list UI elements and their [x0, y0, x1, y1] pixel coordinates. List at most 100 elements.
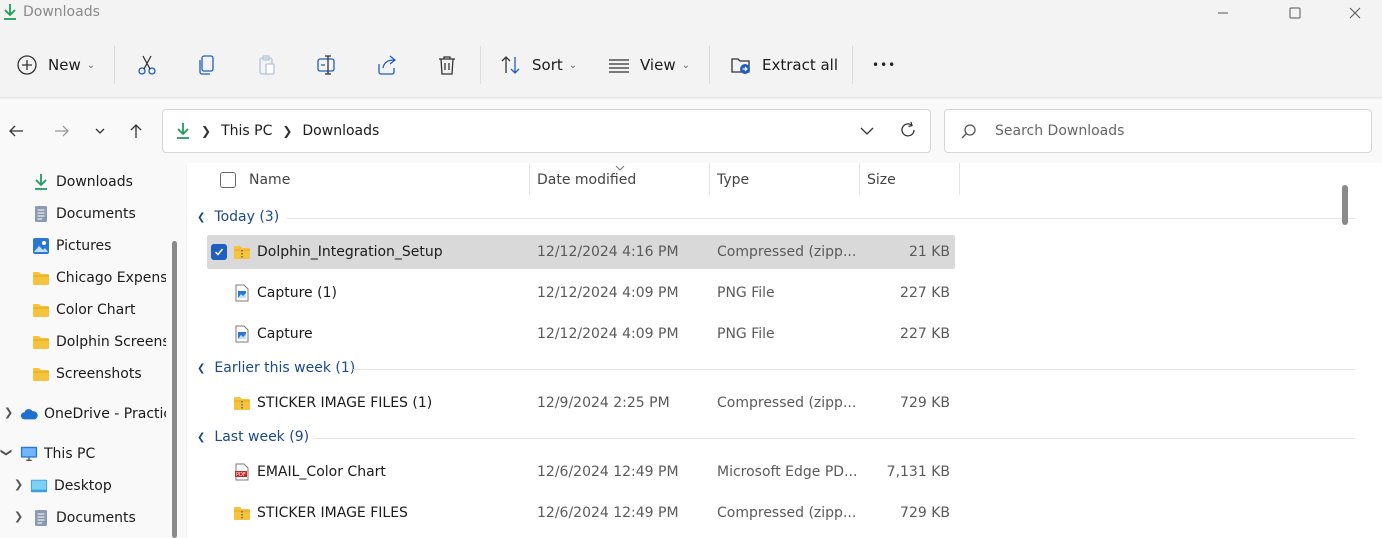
sidebar-item-documents-pc[interactable]: Documents	[32, 504, 136, 532]
zip-folder-icon	[234, 246, 250, 259]
back-button[interactable]	[4, 119, 28, 143]
more-icon: •••	[872, 58, 897, 72]
view-button[interactable]: View ⌄	[608, 45, 690, 85]
folder-icon	[33, 368, 49, 381]
file-name: Dolphin_Integration_Setup	[257, 244, 443, 260]
share-button[interactable]	[376, 45, 398, 85]
chevron-down-icon: ❮	[197, 431, 206, 443]
chevron-down-icon: ❮	[197, 362, 206, 374]
chevron-right-icon[interactable]: ❯	[14, 510, 23, 523]
chevron-down-icon: ⌄	[568, 59, 578, 71]
chevron-right-icon: ❯	[201, 124, 212, 138]
sidebar-item-label: Documents	[56, 206, 136, 222]
group-header-earlier-this-week[interactable]: ❮ Earlier this week (1)	[197, 357, 355, 379]
file-size: 21 KB	[908, 244, 950, 260]
file-row[interactable]: Dolphin_Integration_Setup 12/12/2024 4:1…	[207, 235, 955, 269]
file-row[interactable]: Capture (1) 12/12/2024 4:09 PM PNG File …	[207, 276, 955, 310]
file-row[interactable]: STICKER IMAGE FILES (1) 12/9/2024 2:25 P…	[207, 386, 955, 420]
image-file-icon	[235, 325, 249, 343]
arrow-up-icon	[130, 124, 142, 138]
group-header-last-week[interactable]: ❮ Last week (9)	[197, 426, 309, 448]
file-row[interactable]: STICKER IMAGE FILES 12/6/2024 12:49 PM C…	[207, 496, 955, 530]
divider	[480, 46, 481, 84]
sidebar-item-this-pc[interactable]: This PC	[20, 440, 95, 468]
new-button[interactable]: New ⌄	[16, 45, 95, 85]
sidebar-scrollbar[interactable]	[172, 241, 177, 538]
forward-button[interactable]	[50, 119, 74, 143]
select-all-checkbox[interactable]	[220, 172, 236, 188]
column-header-date-modified[interactable]: Date modified	[537, 163, 636, 202]
arrow-left-icon	[9, 125, 23, 137]
column-header-name[interactable]: Name	[249, 163, 290, 202]
sidebar-item-downloads[interactable]: Downloads	[32, 168, 166, 196]
sort-label: Sort	[532, 56, 563, 74]
sidebar-item-pictures[interactable]: Pictures	[32, 232, 166, 260]
address-dropdown-button[interactable]	[857, 121, 877, 145]
cloud-icon	[20, 409, 38, 420]
chevron-right-icon[interactable]: ❯	[4, 406, 13, 419]
sidebar-item-desktop[interactable]: Desktop	[30, 472, 112, 500]
column-divider	[529, 163, 530, 195]
maximize-button[interactable]	[1272, 0, 1318, 26]
column-header-size[interactable]: Size	[867, 163, 896, 202]
close-button[interactable]	[1332, 0, 1378, 26]
breadcrumb-this-pc[interactable]: This PC	[221, 123, 272, 139]
chevron-down-icon	[860, 127, 874, 135]
sidebar-item-chicago-expense[interactable]: Chicago Expense	[32, 264, 166, 292]
minimize-button[interactable]	[1200, 0, 1246, 26]
refresh-button[interactable]	[898, 120, 918, 144]
trash-icon	[439, 56, 455, 75]
close-icon	[1349, 7, 1361, 19]
delete-button[interactable]	[436, 45, 458, 85]
title-bar: Downloads	[0, 0, 1382, 26]
address-row: ❯ This PC ❯ Downloads	[0, 99, 1382, 163]
sidebar-item-onedrive[interactable]: OneDrive - Practic	[20, 400, 166, 428]
file-list: Name Date modified Type Size ❮ Today (3)…	[187, 163, 1382, 538]
rename-button[interactable]	[316, 45, 338, 85]
sidebar-item-documents[interactable]: Documents	[32, 200, 166, 228]
paste-button[interactable]	[256, 45, 278, 85]
sidebar-item-label: Chicago Expense	[56, 270, 166, 286]
check-icon	[214, 248, 224, 256]
recent-locations-button[interactable]	[88, 119, 112, 143]
group-label: Last week (9)	[214, 429, 310, 445]
cut-button[interactable]	[136, 45, 158, 85]
file-row[interactable]: Capture 12/12/2024 4:09 PM PNG File 227 …	[207, 317, 955, 351]
file-size: 227 KB	[900, 326, 950, 342]
copy-icon	[199, 55, 214, 75]
chevron-down-icon[interactable]: ❯	[0, 448, 13, 457]
column-header-type[interactable]: Type	[717, 163, 749, 202]
sidebar-item-label: OneDrive - Practic	[44, 406, 166, 422]
breadcrumb-downloads[interactable]: Downloads	[302, 123, 379, 139]
file-name: STICKER IMAGE FILES (1)	[257, 395, 433, 411]
up-button[interactable]	[124, 119, 148, 143]
search-box[interactable]	[944, 109, 1372, 153]
command-bar: New ⌄ Sort ⌄ View ⌄ Extract all •••	[0, 32, 1382, 98]
column-divider	[709, 163, 710, 195]
address-bar[interactable]: ❯ This PC ❯ Downloads	[162, 109, 931, 153]
plus-circle-icon	[17, 55, 37, 75]
search-input[interactable]	[995, 120, 1355, 142]
zip-folder-icon	[234, 397, 250, 410]
copy-button[interactable]	[196, 45, 218, 85]
group-header-today[interactable]: ❮ Today (3)	[197, 206, 279, 228]
file-date: 12/12/2024 4:16 PM	[537, 244, 679, 260]
row-checkbox[interactable]	[211, 244, 227, 260]
sidebar-item-screenshots[interactable]: Screenshots	[32, 360, 142, 388]
scissors-icon	[138, 55, 156, 75]
sort-button[interactable]: Sort ⌄	[500, 45, 577, 85]
more-options-button[interactable]: •••	[872, 45, 896, 85]
file-date: 12/6/2024 12:49 PM	[537, 505, 679, 521]
sidebar-item-color-chart[interactable]: Color Chart	[32, 296, 135, 324]
file-list-scrollbar[interactable]	[1342, 185, 1348, 225]
sort-icon	[501, 56, 520, 74]
image-file-icon	[235, 284, 249, 302]
sidebar-item-dolphin-screens[interactable]: Dolphin Screens	[32, 328, 166, 356]
extract-all-button[interactable]: Extract all	[730, 45, 838, 85]
file-date: 12/6/2024 12:49 PM	[537, 464, 679, 480]
file-row[interactable]: PDF EMAIL_Color Chart 12/6/2024 12:49 PM…	[207, 455, 955, 489]
pdf-file-icon: PDF	[235, 463, 249, 481]
chevron-right-icon[interactable]: ❯	[14, 478, 23, 491]
folder-icon	[33, 304, 49, 317]
rename-icon	[317, 55, 335, 75]
